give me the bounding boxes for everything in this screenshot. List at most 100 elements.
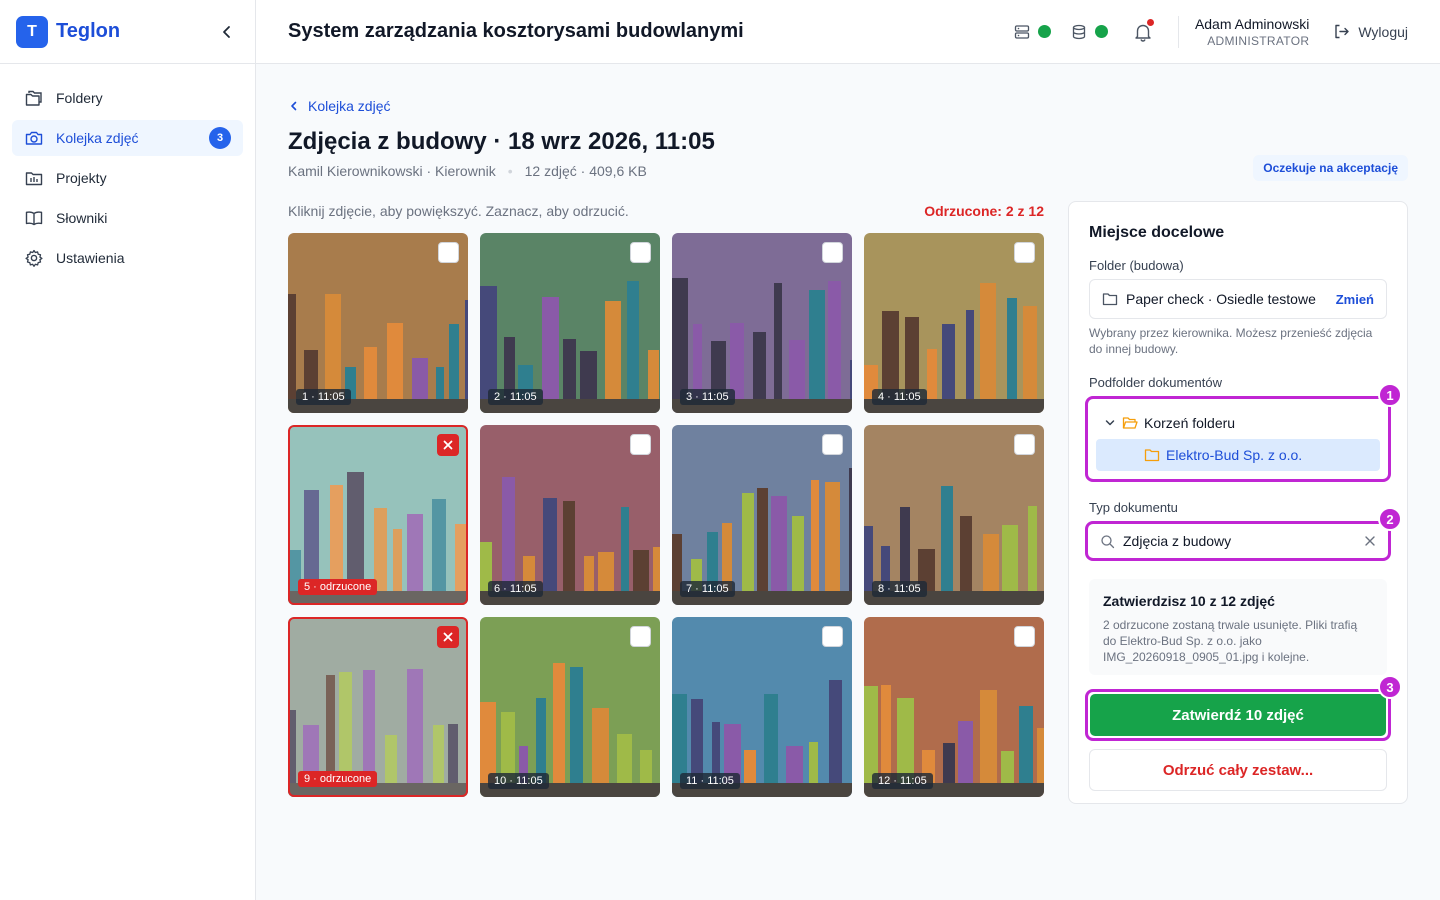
panel-title: Miejsce docelowe: [1089, 224, 1225, 241]
database-status: [1071, 24, 1108, 40]
change-folder-button[interactable]: Zmień: [1336, 292, 1374, 307]
photo-label: 12 · 11:05: [872, 773, 933, 789]
sidebar-item-label: Kolejka zdjęć: [56, 130, 139, 146]
reject-all-button[interactable]: Odrzuć cały zestaw...: [1089, 749, 1387, 791]
sidebar-item-dictionaries[interactable]: Słowniki: [12, 200, 243, 236]
photo-label: 1 · 11:05: [296, 389, 351, 405]
photo-thumbnail[interactable]: 6 · 11:05: [480, 425, 660, 605]
server-status: [1014, 24, 1051, 40]
logout-button[interactable]: Wyloguj: [1333, 23, 1408, 40]
approve-button[interactable]: Zatwierdź 10 zdjęć: [1090, 694, 1386, 736]
chevron-left-icon: [223, 25, 230, 38]
database-icon: [1072, 24, 1086, 39]
batch-author: Kamil Kierownikowski · Kierownik: [288, 163, 496, 179]
reject-checkbox[interactable]: [630, 626, 651, 647]
tree-item-label: Korzeń folderu: [1144, 415, 1236, 431]
queue-count-badge: 3: [209, 127, 231, 149]
header-divider: [1177, 15, 1179, 48]
collapse-sidebar-button[interactable]: [215, 20, 239, 44]
brand: T Teglon: [0, 0, 255, 64]
book-icon: [25, 211, 43, 226]
reject-checkbox[interactable]: [822, 242, 843, 263]
folder-value: Paper check · Osiedle testowe: [1126, 291, 1316, 307]
photo-label: 8 · 11:05: [872, 581, 927, 597]
folder-icon: [1102, 293, 1118, 306]
top-header: System zarządzania kosztorysami budowlan…: [256, 0, 1440, 64]
folders-icon: [25, 90, 42, 106]
chevron-down-icon[interactable]: [1104, 417, 1116, 429]
sidebar-nav: Foldery Kolejka zdjęć 3 Projekty Słownik…: [0, 64, 255, 296]
destination-panel: Miejsce docelowe Folder (budowa) Paper c…: [1068, 201, 1408, 804]
logout-icon: [1335, 24, 1350, 39]
close-icon: [443, 632, 453, 642]
folder-icon: [1144, 449, 1160, 462]
app-title: System zarządzania kosztorysami budowlan…: [288, 20, 744, 42]
photo-thumbnail[interactable]: 7 · 11:05: [672, 425, 852, 605]
reject-checkbox[interactable]: [822, 434, 843, 455]
camera-icon: [25, 131, 43, 145]
photo-thumbnail[interactable]: 5 · odrzucone: [288, 425, 468, 605]
approve-highlight: Zatwierdź 10 zdjęć 3: [1085, 675, 1402, 741]
back-to-queue-link[interactable]: Kolejka zdjęć: [288, 98, 391, 114]
reject-checkbox[interactable]: [1014, 626, 1035, 647]
server-icon: [1014, 24, 1030, 39]
photo-label: 5 · odrzucone: [298, 579, 378, 595]
chevron-left-icon: [291, 101, 297, 111]
photo-label: 10 · 11:05: [488, 773, 549, 789]
summary-title: Zatwierdzisz 10 z 12 zdjęć: [1103, 593, 1275, 609]
gear-icon: [25, 249, 43, 267]
brand-name: Teglon: [56, 20, 121, 42]
server-status-dot: [1037, 25, 1051, 38]
photo-thumbnail[interactable]: 11 · 11:05: [672, 617, 852, 797]
grid-hint: Kliknij zdjęcie, aby powiększyć. Zaznacz…: [288, 203, 629, 219]
folder-open-icon: [1122, 417, 1138, 429]
sidebar-item-photo-queue[interactable]: Kolejka zdjęć 3: [12, 120, 243, 156]
sidebar-item-label: Foldery: [56, 90, 103, 106]
brand-logo: T: [16, 15, 48, 48]
clear-icon[interactable]: [1364, 535, 1376, 547]
notifications-button[interactable]: [1132, 18, 1154, 43]
sidebar: T Teglon Foldery Kolejka zdjęć 3 Projekt…: [0, 0, 256, 900]
reject-checkbox[interactable]: [438, 242, 459, 263]
photo-thumbnail[interactable]: 3 · 11:05: [672, 233, 852, 413]
photo-thumbnail[interactable]: 2 · 11:05: [480, 233, 660, 413]
photo-label: 9 · odrzucone: [298, 771, 378, 787]
photo-thumbnail[interactable]: 12 · 11:05: [864, 617, 1044, 797]
photo-thumbnail[interactable]: 1 · 11:05: [288, 233, 468, 413]
reject-checkbox-checked[interactable]: [437, 434, 459, 456]
doctype-input[interactable]: [1123, 533, 1364, 549]
sidebar-item-label: Ustawienia: [56, 250, 125, 266]
sidebar-item-projects[interactable]: Projekty: [12, 160, 243, 196]
reject-checkbox-checked[interactable]: [437, 626, 459, 648]
reject-checkbox[interactable]: [822, 626, 843, 647]
folder-help: Wybrany przez kierownika. Możesz przenie…: [1089, 326, 1373, 356]
user-info: Adam Adminowski ADMINISTRATOR: [1195, 16, 1309, 48]
photo-label: 6 · 11:05: [488, 581, 543, 597]
photo-thumbnail[interactable]: 8 · 11:05: [864, 425, 1044, 605]
photo-label: 7 · 11:05: [680, 581, 735, 597]
user-role: ADMINISTRATOR: [1207, 33, 1310, 48]
status-badge: Oczekuje na akceptację: [1253, 155, 1408, 181]
step-marker-3: 3: [1378, 675, 1402, 699]
notification-dot: [1146, 18, 1154, 26]
sidebar-item-settings[interactable]: Ustawienia: [12, 240, 243, 276]
user-name: Adam Adminowski: [1194, 15, 1310, 32]
photo-grid: 1 · 11:05 2 · 11:05 3 · 11:05 4 · 11:05 5 · …: [288, 233, 1044, 797]
reject-checkbox[interactable]: [1014, 242, 1035, 263]
reject-checkbox[interactable]: [1014, 434, 1035, 455]
photo-thumbnail[interactable]: 10 · 11:05: [480, 617, 660, 797]
tree-item-root[interactable]: Korzeń folderu: [1096, 407, 1380, 439]
sidebar-item-folders[interactable]: Foldery: [12, 80, 243, 116]
photo-thumbnail[interactable]: 9 · odrzucone: [288, 617, 468, 797]
step-marker-2: 2: [1378, 507, 1402, 531]
photo-label: 11 · 11:05: [680, 773, 740, 789]
photo-thumbnail[interactable]: 4 · 11:05: [864, 233, 1044, 413]
folder-label: Folder (budowa): [1089, 258, 1184, 273]
tree-item-selected[interactable]: Elektro-Bud Sp. z o.o.: [1096, 439, 1380, 471]
subfolder-label: Podfolder dokumentów: [1089, 375, 1222, 390]
back-link-label: Kolejka zdjęć: [308, 98, 391, 114]
batch-stats: 12 zdjęć · 409,6 KB: [524, 163, 647, 179]
reject-checkbox[interactable]: [630, 242, 651, 263]
page-title: Zdjęcia z budowy · 18 wrz 2026, 11:05: [288, 128, 715, 155]
reject-checkbox[interactable]: [630, 434, 651, 455]
